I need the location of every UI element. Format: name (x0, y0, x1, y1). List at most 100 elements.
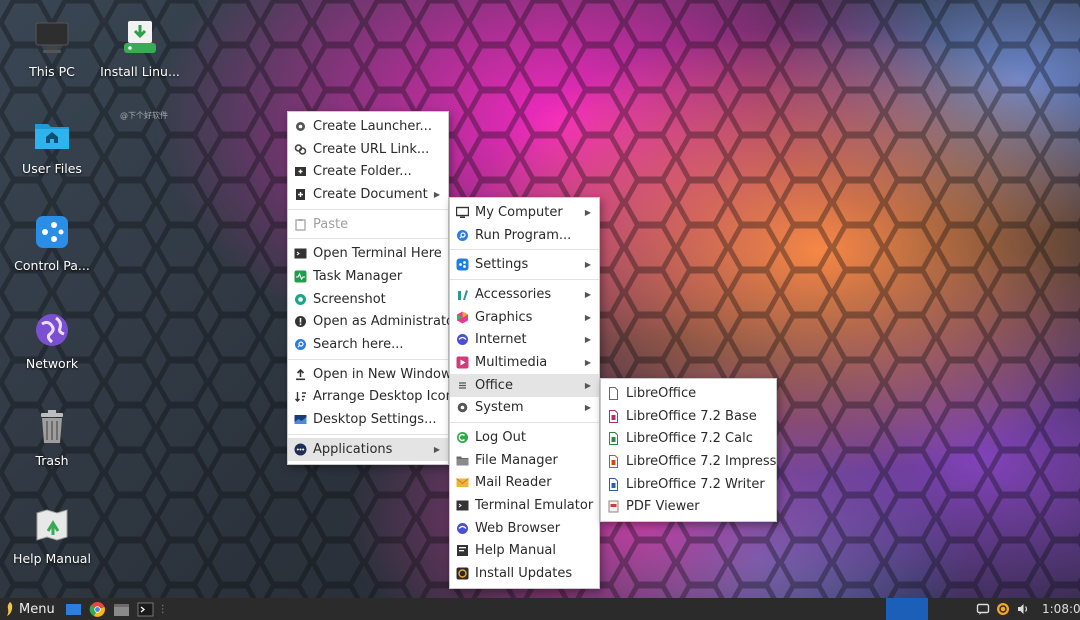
show-desktop-icon[interactable] (65, 601, 82, 618)
menu-item-label: Install Updates (475, 566, 573, 582)
menu-item-libreoffice-base[interactable]: LibreOffice 7.2 Base (601, 405, 776, 428)
menu-item-screenshot[interactable]: Screenshot (288, 288, 448, 311)
pdf-icon (607, 500, 620, 513)
clock[interactable]: 1:08:01 (1042, 602, 1080, 616)
document-icon (607, 386, 620, 400)
terminal-icon (456, 499, 469, 512)
office-icon (456, 379, 469, 392)
system-tray: 1:08:01 (976, 598, 1080, 620)
menu-item-mail-reader[interactable]: Mail Reader (450, 472, 599, 495)
menu-item-run-program[interactable]: Run Program... (450, 224, 599, 247)
menu-item-system[interactable]: System ▶ (450, 397, 599, 420)
menu-item-terminal-emulator[interactable]: Terminal Emulator (450, 494, 599, 517)
menu-item-search-here[interactable]: Search here... (288, 333, 448, 356)
menu-item-label: Help Manual (475, 543, 557, 559)
start-menu-button[interactable]: Menu (0, 601, 59, 617)
taskbar-grip[interactable]: ⋮ (158, 604, 168, 615)
menu-item-log-out[interactable]: Log Out (450, 426, 599, 449)
menu-separator (450, 422, 599, 424)
menu-item-label: LibreOffice 7.2 Impress (626, 453, 777, 469)
menu-item-settings[interactable]: Settings ▶ (450, 253, 599, 276)
menu-item-create-url-link[interactable]: Create URL Link... (288, 138, 448, 161)
menu-item-label: PDF Viewer (626, 499, 700, 515)
menu-separator (450, 279, 599, 281)
multimedia-icon (456, 356, 469, 369)
menu-item-open-terminal-here[interactable]: Open Terminal Here (288, 242, 448, 265)
browser-icon (456, 522, 469, 535)
menu-item-install-updates[interactable]: Install Updates (450, 562, 599, 585)
menu-item-label: Paste (313, 216, 349, 232)
menu-item-create-launcher[interactable]: Create Launcher... (288, 115, 448, 138)
menu-item-arrange-desktop-icons[interactable]: Arrange Desktop Icons (288, 386, 461, 409)
menu-item-label: LibreOffice (626, 385, 697, 401)
menu-item-label: File Manager (475, 452, 558, 468)
file-manager-icon[interactable] (113, 601, 130, 618)
desktop-icon-this-pc[interactable]: This PC (4, 18, 100, 79)
menu-item-office[interactable]: Office ▶ (450, 373, 599, 397)
menu-item-file-manager[interactable]: File Manager (450, 449, 599, 472)
menu-item-label: Log Out (475, 430, 526, 446)
menu-item-label: System (475, 400, 524, 416)
menu-item-pdf-viewer[interactable]: PDF Viewer (601, 495, 776, 518)
menu-item-graphics[interactable]: Graphics ▶ (450, 306, 599, 329)
desktop-icon-user-files[interactable]: User Files (4, 115, 100, 176)
menu-logo-icon (7, 602, 13, 616)
desktop-icon-network[interactable]: Network (4, 310, 100, 371)
desktop-icon-label: Trash (35, 453, 69, 468)
apps-icon (294, 443, 307, 456)
libreoffice-writer-icon (607, 477, 620, 491)
help-map-icon (36, 509, 68, 541)
graphics-icon (456, 311, 469, 324)
menu-item-create-folder[interactable]: Create Folder... (288, 160, 448, 183)
menu-item-accessories[interactable]: Accessories ▶ (450, 283, 599, 306)
menu-item-create-document[interactable]: Create Document ▶ (288, 183, 448, 206)
taskbar: Menu ⋮ 1:08:01 (0, 598, 1080, 620)
menu-item-open-as-administrator[interactable]: Open as Administrator (288, 311, 459, 334)
desktop-context-menu: Create Launcher... Create URL Link... Cr… (287, 111, 461, 465)
update-manager-icon[interactable] (996, 602, 1010, 616)
workspace-switcher[interactable] (886, 598, 928, 620)
menu-item-help-manual[interactable]: Help Manual (450, 540, 599, 563)
control-panel-icon (36, 216, 68, 248)
menu-item-libreoffice[interactable]: LibreOffice (601, 382, 776, 405)
desktop-icon-help-manual[interactable]: Help Manual (4, 505, 100, 566)
menu-item-desktop-settings[interactable]: Desktop Settings... (288, 408, 448, 431)
menu-item-label: Open in New Window (313, 366, 452, 382)
desktop-icon-trash[interactable]: Trash (4, 407, 100, 468)
menu-item-label: LibreOffice 7.2 Base (626, 408, 757, 424)
office-submenu: LibreOffice LibreOffice 7.2 Base LibreOf… (600, 378, 777, 523)
menu-item-open-in-new-window[interactable]: Open in New Window (288, 363, 452, 386)
submenu-arrow-icon: ▶ (584, 380, 591, 390)
desktop-icon-label: Install Linu... (100, 64, 180, 79)
notification-icon[interactable] (976, 602, 990, 616)
libreoffice-base-icon (607, 409, 620, 423)
menu-item-paste: Paste (288, 213, 448, 236)
menu-item-label: Internet (475, 332, 527, 348)
menu-item-libreoffice-impress[interactable]: LibreOffice 7.2 Impress (601, 450, 776, 473)
terminal-icon[interactable] (137, 601, 154, 618)
desktop-icon-label: This PC (29, 64, 75, 79)
submenu-arrow-icon: ▶ (584, 335, 591, 345)
menu-item-label: Screenshot (313, 291, 386, 307)
menu-item-label: Settings (475, 257, 529, 273)
volume-icon[interactable] (1016, 602, 1030, 616)
arrange-icon (294, 390, 307, 403)
home-folder-icon (35, 124, 69, 149)
submenu-arrow-icon: ▶ (433, 189, 440, 199)
desktop-icon-install-linux[interactable]: Install Linu... (92, 18, 188, 79)
menu-item-multimedia[interactable]: Multimedia ▶ (450, 351, 599, 374)
menu-item-internet[interactable]: Internet ▶ (450, 328, 599, 351)
menu-item-web-browser[interactable]: Web Browser (450, 517, 599, 540)
menu-item-my-computer[interactable]: My Computer ▶ (450, 201, 599, 224)
system-gear-icon (456, 401, 469, 414)
desktop-icon-control-panel[interactable]: Control Pa... (4, 212, 100, 273)
submenu-arrow-icon: ▶ (584, 403, 591, 413)
install-drive-icon (124, 21, 156, 53)
menu-item-task-manager[interactable]: Task Manager (288, 265, 448, 288)
menu-item-libreoffice-calc[interactable]: LibreOffice 7.2 Calc (601, 427, 776, 450)
menu-item-applications[interactable]: Applications ▶ (288, 437, 448, 461)
menu-item-libreoffice-writer[interactable]: LibreOffice 7.2 Writer (601, 473, 776, 496)
submenu-arrow-icon: ▶ (584, 312, 591, 322)
menu-item-label: Mail Reader (475, 475, 552, 491)
chrome-browser-icon[interactable] (89, 601, 106, 618)
